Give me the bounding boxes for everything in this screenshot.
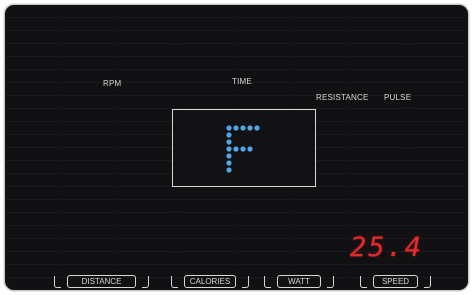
matrix-dot [226,139,232,145]
speed-readout: 25.4 [350,232,424,263]
bracket-right [424,276,431,288]
bracket-right [242,276,249,288]
matrix-dot [233,125,239,131]
calories-button[interactable]: CALORIES [171,275,249,288]
watt-button-label: WATT [277,275,321,288]
matrix-dot [247,125,253,131]
matrix-dot [226,160,232,166]
matrix-character-f [226,125,260,173]
speed-button-label: SPEED [373,275,418,288]
matrix-dot [240,146,246,152]
matrix-dot [233,146,239,152]
distance-button[interactable]: DISTANCE [54,275,149,288]
matrix-dot [226,125,232,131]
matrix-dot [226,146,232,152]
speed-button[interactable]: SPEED [360,275,431,288]
pulse-label: PULSE [384,93,412,102]
matrix-dot [226,167,232,173]
matrix-dot [226,153,232,159]
bracket-left [171,276,178,288]
bracket-left [54,276,61,288]
matrix-dot [226,132,232,138]
calories-button-label: CALORIES [184,275,236,288]
resistance-label: RESISTANCE [316,93,369,102]
distance-button-label: DISTANCE [67,275,136,288]
dot-matrix-display [172,109,316,187]
console-display: RPM TIME RESISTANCE PULSE 25.4 DISTANCE … [4,4,469,291]
bracket-left [360,276,367,288]
bracket-right [327,276,334,288]
matrix-dot [240,125,246,131]
matrix-dot [254,125,260,131]
bracket-right [142,276,149,288]
bracket-left [264,276,271,288]
time-label: TIME [232,77,252,86]
rpm-label: RPM [103,79,122,88]
watt-button[interactable]: WATT [264,275,334,288]
matrix-dot [247,146,253,152]
